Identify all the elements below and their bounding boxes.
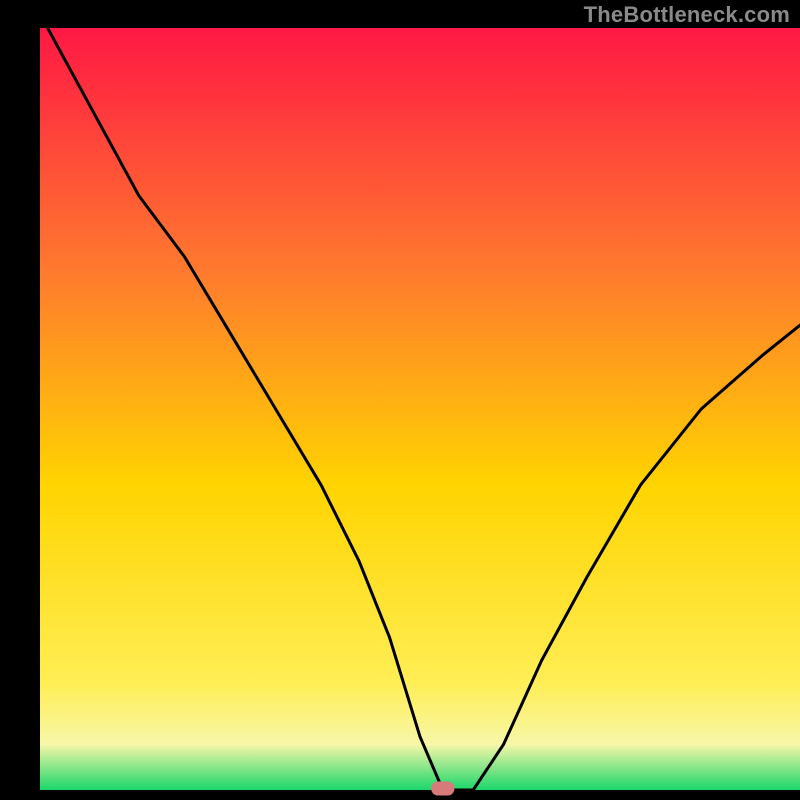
plot-background — [40, 28, 800, 790]
chart-stage: TheBottleneck.com — [0, 0, 800, 800]
chart-svg — [0, 0, 800, 800]
optimal-point-marker — [432, 782, 454, 795]
